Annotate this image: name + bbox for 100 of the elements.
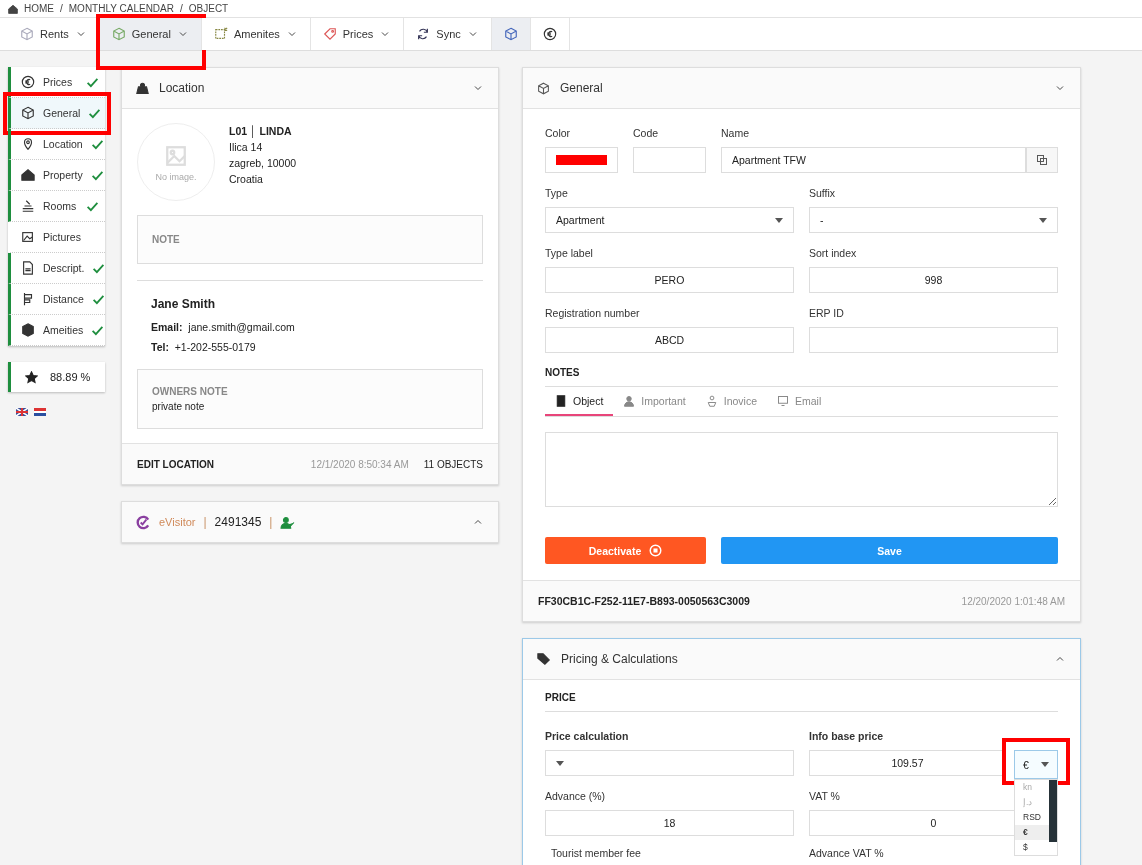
text-field[interactable]: 18 [545,810,794,836]
evisitor-logo-icon [136,514,151,530]
sidebar-item[interactable]: Location [8,129,105,160]
breadcrumb-link[interactable]: MONTHLY CALENDAR [68,3,174,14]
breadcrumb-link[interactable]: OBJECT [188,3,229,14]
evisitor-id: 2491345 [214,515,262,529]
contact-email: Email: jane.smith@gmail.com [151,321,296,333]
text-field[interactable]: PERO [545,267,794,293]
color-field[interactable] [545,147,618,173]
object-name: L01 │ LINDA [229,125,293,137]
field-label: Type [545,187,569,199]
field-label: VAT % [809,790,841,802]
section-heading: NOTES [545,367,1058,387]
field-label: Name [721,127,750,139]
contact-phone: Tel: +1-202-555-0179 [151,341,257,353]
sidebar-item[interactable]: Property [8,160,105,191]
object-count: 11 OBJECTS [423,458,483,470]
field-label: Color [545,127,572,139]
checkmark-icon [90,137,104,151]
field-label: Tourist member fee [550,847,642,859]
people-icon [705,395,718,407]
caret-icon [1041,762,1049,767]
select-field[interactable]: Apartment [545,207,794,233]
sidebar-item[interactable]: General [8,98,105,129]
address-line: Ilica 14 [229,141,264,153]
checkmark-icon [90,168,104,182]
select-field[interactable] [545,750,794,776]
breadcrumb-separator: / [60,3,63,14]
note-tab[interactable]: Important [613,387,696,416]
euro-icon [542,27,557,41]
field-label: Code [633,127,660,139]
checkmark-icon [86,199,99,213]
text-field[interactable]: ABCD [545,327,794,353]
copy-button[interactable] [1026,147,1058,173]
caret-icon [1039,217,1047,223]
sidebar-item[interactable]: Rooms [8,191,105,222]
separator: | [203,515,207,529]
home-icon [8,3,18,14]
sidebar-item[interactable]: Distance [8,284,105,315]
signpost-icon [21,292,35,306]
address-line: Croatia [229,173,264,185]
field-label: Price calculation [545,730,630,742]
breadcrumb-link[interactable]: HOME [24,3,54,14]
checkmark-icon [91,292,105,306]
card-title: Location [159,81,206,95]
timestamp: 12/20/2020 1:01:48 AM [961,595,1065,607]
uk-flag-icon[interactable] [16,408,28,416]
checkmark-icon [86,75,99,89]
tags-icon [537,652,551,666]
croatia-flag-icon[interactable] [34,408,46,416]
stack-icon [21,199,35,213]
score-panel: 88.89 % [8,362,105,392]
placeholder-text: No image. [155,172,197,182]
field-label: Sort index [809,247,858,259]
field-label: ERP ID [809,307,845,319]
checkmark-icon [91,323,105,337]
document-icon [21,261,35,275]
text-field[interactable]: Apartment TFW [721,147,1026,173]
note-tab[interactable]: Email [767,387,832,416]
toolbar-menu[interactable]: General [99,18,202,50]
note-label: OWNERS NOTE [152,386,229,397]
house-icon [21,168,35,182]
image-icon [21,230,35,244]
logo-text: eVisitor [159,516,196,528]
map-pin-icon [21,137,35,151]
timestamp: 12/1/2020 8:50:34 AM [310,458,409,470]
currency-select[interactable]: € [1014,750,1058,779]
select-field[interactable]: - [809,207,1058,233]
text-field[interactable] [809,327,1058,353]
sidebar-item[interactable]: Pictures [8,222,105,253]
star-icon [25,370,38,384]
tag-icon [322,27,337,41]
text-field[interactable] [633,147,706,173]
sync-icon [416,27,431,41]
field-label: Type label [545,247,594,259]
dropdown-option[interactable]: € [1015,825,1049,840]
note-tab[interactable]: Inovice [695,387,767,416]
text-field[interactable]: 998 [809,267,1058,293]
toolbar-menu[interactable]: Amenites [201,18,311,50]
sidebar-item[interactable]: Ameities [8,315,105,346]
card-title: General [560,81,604,95]
cube-icon [111,27,126,41]
card-title: Pricing & Calculations [561,652,679,666]
separator: | [269,515,273,529]
field-label: Registration number [545,307,641,319]
notebook-icon [555,395,567,407]
contact-name: Jane Smith [151,297,217,311]
note-tab[interactable]: Object [545,387,614,416]
edit-location-link[interactable]: EDIT LOCATION [137,458,215,470]
caret-icon [556,760,564,766]
checkmark-icon [92,261,106,275]
euro-icon [21,75,35,89]
cube-icon [20,27,34,41]
address-line: zagreb, 10000 [229,157,297,169]
object-guid: FF30CB1C-F252-11E7-B893-0050563C3009 [538,595,750,607]
field-label: Info base price [809,730,885,742]
sidebar-item[interactable]: Descript. [8,253,105,284]
copy-icon [1036,154,1048,166]
screen-icon [777,395,789,407]
user-icon [623,395,636,407]
